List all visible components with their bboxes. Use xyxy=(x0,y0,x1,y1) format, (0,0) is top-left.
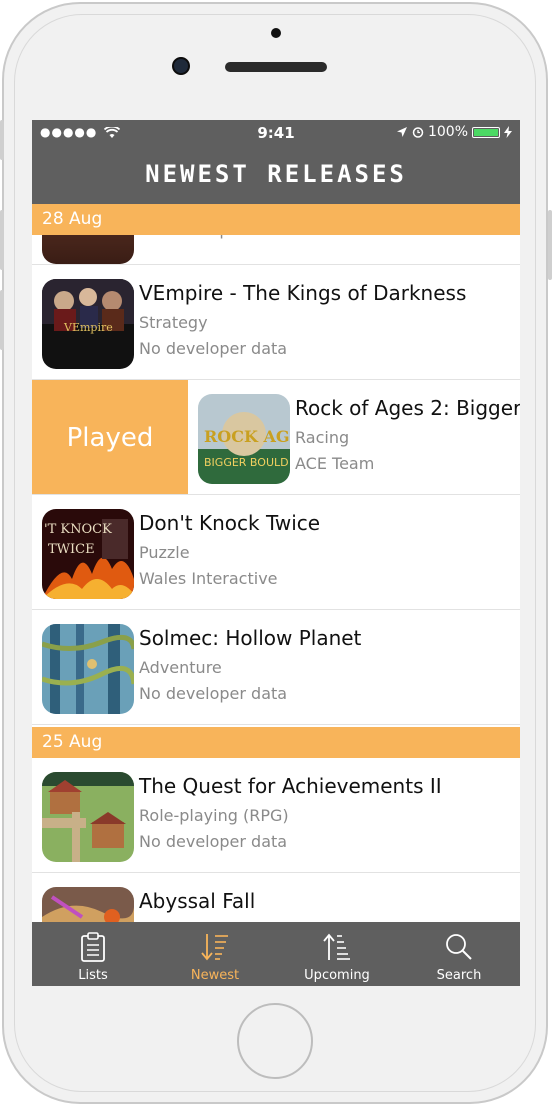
tab-search[interactable]: Search xyxy=(398,922,520,986)
volume-up-button xyxy=(0,210,4,270)
charging-bolt-icon xyxy=(504,126,512,138)
genre-label: Strategy xyxy=(139,313,208,332)
proximity-sensor xyxy=(271,28,281,38)
page-title: NEWEST RELEASES xyxy=(145,160,407,188)
svg-text:VEmpire: VEmpire xyxy=(63,321,113,334)
game-title: VEmpire - The Kings of Darkness xyxy=(139,281,467,305)
status-bar: ●●●●● 9:41 100% xyxy=(32,120,520,146)
played-action-button[interactable]: Played xyxy=(32,380,188,494)
section-header: 28 Aug xyxy=(32,204,520,235)
sort-down-icon xyxy=(201,934,228,961)
alarm-icon xyxy=(412,127,424,138)
tab-label: Upcoming xyxy=(304,968,370,983)
genre-label: Role-playing (RPG) xyxy=(139,806,289,825)
volume-down-button xyxy=(0,290,4,350)
battery-icon xyxy=(472,126,500,138)
genre-label: Puzzle xyxy=(139,543,190,562)
tab-label: Newest xyxy=(190,968,240,983)
list-item[interactable]: Solmec: Hollow Planet Adventure No devel… xyxy=(32,610,520,725)
svg-text:ROCK AGES: ROCK AGES xyxy=(204,427,290,446)
navigation-bar: ●●●●● 9:41 100% NEWEST RELEASES xyxy=(32,120,520,204)
svg-text:'T KNOCK: 'T KNOCK xyxy=(44,522,112,537)
home-button[interactable] xyxy=(237,1003,313,1079)
tab-bar: Lists Newest Upcoming Search xyxy=(32,922,520,986)
mute-switch xyxy=(0,120,4,160)
game-title: Rock of Ages 2: Bigger & Boulder xyxy=(295,396,520,420)
game-title: Don't Knock Twice xyxy=(139,511,321,535)
game-cover-image: ROCK AGES BIGGER BOULD xyxy=(198,394,290,484)
location-arrow-icon xyxy=(396,127,407,137)
game-title: Solmec: Hollow Planet xyxy=(139,626,362,650)
section-header: 25 Aug xyxy=(32,727,520,758)
genre-label: Adventure xyxy=(139,658,222,677)
developer-label: No developer data xyxy=(139,684,288,703)
game-title: Abyssal Fall xyxy=(139,889,256,913)
app-screen: ●●●●● 9:41 100% NEWEST RELEASES No devel… xyxy=(32,120,520,986)
power-button xyxy=(548,210,552,280)
svg-text:BIGGER BOULD: BIGGER BOULD xyxy=(204,456,289,469)
developer-label: No developer data xyxy=(139,832,288,851)
game-title: The Quest for Achievements II xyxy=(139,774,442,798)
status-right: 100% xyxy=(396,124,512,140)
game-cover-image: 'T KNOCK TWICE xyxy=(42,509,134,599)
tab-upcoming[interactable]: Upcoming xyxy=(276,922,398,986)
tab-newest[interactable]: Newest xyxy=(154,922,276,986)
tab-lists[interactable]: Lists xyxy=(32,922,154,986)
search-icon xyxy=(446,934,472,960)
battery-percent: 100% xyxy=(427,124,468,140)
list-item[interactable]: 'T KNOCK TWICE Don't Knock Twice Puzzle … xyxy=(32,495,520,610)
sort-up-icon xyxy=(323,933,350,960)
genre-label: Racing xyxy=(295,428,350,447)
tab-label: Search xyxy=(436,968,482,983)
developer-label: ACE Team xyxy=(295,454,375,473)
svg-text:TWICE: TWICE xyxy=(48,542,95,557)
developer-label: Wales Interactive xyxy=(139,569,278,588)
list-item[interactable]: VEmpire VEmpire - The Kings of Darkness … xyxy=(32,265,520,380)
tab-label: Lists xyxy=(78,968,108,983)
game-cover-image xyxy=(42,624,134,714)
developer-label: No developer data xyxy=(139,339,288,358)
front-camera xyxy=(172,57,190,75)
game-cover-image: VEmpire xyxy=(42,279,134,369)
list-item-swiped[interactable]: Played ROCK AGES BIGGER BOULD Rock of Ag… xyxy=(32,380,520,495)
list-item[interactable]: The Quest for Achievements II Role-playi… xyxy=(32,758,520,873)
game-cover-image xyxy=(42,772,134,862)
clipboard-icon xyxy=(81,932,105,962)
swiped-row-content: ROCK AGES BIGGER BOULD Rock of Ages 2: B… xyxy=(188,380,520,494)
earpiece-speaker xyxy=(225,62,327,72)
